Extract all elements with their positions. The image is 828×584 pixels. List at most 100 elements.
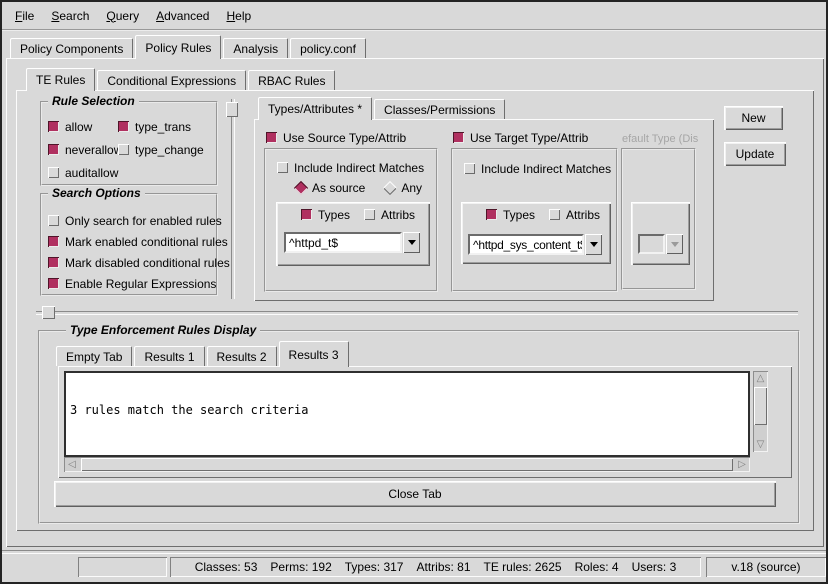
scroll-up-button[interactable]: △ bbox=[753, 371, 768, 386]
menu-help[interactable]: Help bbox=[224, 8, 253, 24]
rules-tab-bar: TE Rules Conditional Expressions RBAC Ru… bbox=[26, 69, 337, 91]
checkbox-mark-enabled-conditional[interactable]: Mark enabled conditional rules bbox=[48, 235, 228, 248]
horizontal-sash-handle[interactable] bbox=[42, 306, 55, 319]
rule-selection-title: Rule Selection bbox=[48, 94, 139, 108]
combobox-entry bbox=[638, 234, 665, 254]
tab-label: Results 1 bbox=[144, 350, 194, 364]
tab-policy-conf[interactable]: policy.conf bbox=[290, 38, 366, 58]
results-summary: 3 rules match the search criteria bbox=[70, 403, 744, 417]
vertical-sash[interactable] bbox=[231, 99, 235, 299]
tab-policy-rules[interactable]: Policy Rules bbox=[135, 35, 221, 59]
apol-window: File Search Query Advanced Help Policy C… bbox=[0, 0, 828, 584]
target-type-combobox[interactable]: ^httpd_sys_content_t$ bbox=[468, 234, 602, 255]
checkbox-target-attribs[interactable] bbox=[549, 209, 560, 220]
checkbox-indicator[interactable] bbox=[277, 162, 288, 173]
checkbox-enable-regex[interactable]: Enable Regular Expressions bbox=[48, 277, 216, 290]
menu-query[interactable]: Query bbox=[104, 8, 141, 24]
checkbox-indicator[interactable] bbox=[118, 121, 129, 132]
tab-label: Results 2 bbox=[217, 350, 267, 364]
checkbox-indicator[interactable] bbox=[48, 144, 59, 155]
checkbox-label: auditallow bbox=[65, 166, 118, 180]
new-button[interactable]: New bbox=[724, 106, 783, 130]
combobox-arrow-button bbox=[666, 234, 683, 254]
vertical-scrollbar[interactable]: △ ▽ bbox=[753, 371, 768, 452]
checkbox-indicator[interactable] bbox=[48, 167, 59, 178]
checkbox-use-source[interactable]: Use Source Type/Attrib bbox=[266, 131, 406, 144]
checkbox-label: Attribs bbox=[381, 208, 415, 222]
tab-policy-components[interactable]: Policy Components bbox=[10, 38, 133, 58]
horizontal-sash[interactable] bbox=[36, 311, 798, 315]
checkbox-neverallow[interactable]: neverallow bbox=[48, 143, 122, 156]
checkbox-type-change[interactable]: type_change bbox=[118, 143, 204, 156]
checkbox-label: Types bbox=[318, 208, 350, 222]
main-tab-bar: Policy Components Policy Rules Analysis … bbox=[10, 36, 368, 59]
radio-any[interactable] bbox=[383, 180, 397, 194]
tab-empty-tab[interactable]: Empty Tab bbox=[56, 346, 132, 366]
results-text-area[interactable]: 3 rules match the search criteria (5822)… bbox=[64, 371, 750, 457]
checkbox-allow[interactable]: allow bbox=[48, 120, 92, 133]
combobox-arrow-button[interactable] bbox=[403, 232, 420, 253]
update-button[interactable]: Update bbox=[724, 142, 786, 166]
checkbox-indicator[interactable] bbox=[48, 278, 59, 289]
chevron-down-icon bbox=[408, 240, 416, 245]
checkbox-auditallow[interactable]: auditallow bbox=[48, 166, 118, 179]
tab-te-rules[interactable]: TE Rules bbox=[26, 68, 95, 91]
te-rules-display-title: Type Enforcement Rules Display bbox=[66, 323, 260, 337]
tab-classes-permissions[interactable]: Classes/Permissions bbox=[374, 99, 505, 119]
right-arrow-icon: ▷ bbox=[738, 459, 746, 470]
checkbox-indicator[interactable] bbox=[453, 132, 464, 143]
checkbox-mark-disabled-conditional[interactable]: Mark disabled conditional rules bbox=[48, 256, 230, 269]
checkbox-only-enabled-rules[interactable]: Only search for enabled rules bbox=[48, 214, 222, 227]
tab-results-2[interactable]: Results 2 bbox=[207, 346, 277, 366]
vertical-sash-handle[interactable] bbox=[226, 102, 238, 117]
checkbox-source-types[interactable] bbox=[301, 209, 312, 220]
combobox-arrow-button[interactable] bbox=[585, 234, 602, 255]
menu-search[interactable]: Search bbox=[49, 8, 91, 24]
radio-label[interactable]: As source bbox=[312, 181, 365, 195]
horizontal-scrollbar[interactable]: ◁ ▷ bbox=[64, 457, 750, 472]
checkbox-label: type_change bbox=[135, 143, 204, 157]
scroll-left-button[interactable]: ◁ bbox=[64, 457, 80, 472]
menu-advanced[interactable]: Advanced bbox=[154, 8, 211, 24]
checkbox-indicator[interactable] bbox=[48, 215, 59, 226]
checkbox-source-indirect[interactable]: Include Indirect Matches bbox=[277, 161, 424, 174]
menu-file[interactable]: File bbox=[13, 8, 36, 24]
menubar: File Search Query Advanced Help bbox=[2, 2, 826, 31]
checkbox-indicator[interactable] bbox=[464, 163, 475, 174]
checkbox-indicator[interactable] bbox=[118, 144, 129, 155]
tab-results-1[interactable]: Results 1 bbox=[134, 346, 204, 366]
checkbox-use-target[interactable]: Use Target Type/Attrib bbox=[453, 131, 588, 144]
scroll-down-button[interactable]: ▽ bbox=[753, 437, 768, 452]
default-type-combobox bbox=[638, 234, 683, 254]
checkbox-indicator[interactable] bbox=[48, 236, 59, 247]
radio-label[interactable]: Any bbox=[401, 181, 422, 195]
tab-conditional-expressions[interactable]: Conditional Expressions bbox=[97, 70, 246, 90]
source-match-radios: As source Any bbox=[296, 181, 422, 194]
combobox-entry[interactable]: ^httpd_t$ bbox=[284, 232, 402, 253]
checkbox-label: Attribs bbox=[566, 208, 600, 222]
checkbox-indicator[interactable] bbox=[48, 257, 59, 268]
tab-rbac-rules[interactable]: RBAC Rules bbox=[248, 70, 335, 90]
tab-analysis[interactable]: Analysis bbox=[223, 38, 288, 58]
checkbox-indicator[interactable] bbox=[266, 132, 277, 143]
source-type-combobox[interactable]: ^httpd_t$ bbox=[284, 232, 420, 253]
tab-label: policy.conf bbox=[300, 42, 356, 56]
tab-results-3[interactable]: Results 3 bbox=[279, 341, 349, 367]
tab-types-attributes[interactable]: Types/Attributes * bbox=[258, 97, 372, 120]
scroll-right-button[interactable]: ▷ bbox=[734, 457, 750, 472]
checkbox-label: Only search for enabled rules bbox=[65, 214, 222, 228]
checkbox-label: Enable Regular Expressions bbox=[65, 277, 216, 291]
scrollbar-thumb[interactable] bbox=[754, 387, 767, 425]
tab-label: TE Rules bbox=[36, 73, 85, 87]
stat-roles: Roles: 4 bbox=[575, 560, 619, 574]
checkbox-source-attribs[interactable] bbox=[364, 209, 375, 220]
scrollbar-thumb[interactable] bbox=[81, 458, 733, 471]
checkbox-type-trans[interactable]: type_trans bbox=[118, 120, 191, 133]
checkbox-target-types[interactable] bbox=[486, 209, 497, 220]
checkbox-indicator[interactable] bbox=[48, 121, 59, 132]
combobox-entry[interactable]: ^httpd_sys_content_t$ bbox=[468, 234, 584, 255]
close-tab-button[interactable]: Close Tab bbox=[54, 481, 776, 507]
checkbox-target-indirect[interactable]: Include Indirect Matches bbox=[464, 162, 611, 175]
radio-as-source[interactable] bbox=[294, 180, 308, 194]
tab-label: Types/Attributes * bbox=[268, 102, 362, 116]
